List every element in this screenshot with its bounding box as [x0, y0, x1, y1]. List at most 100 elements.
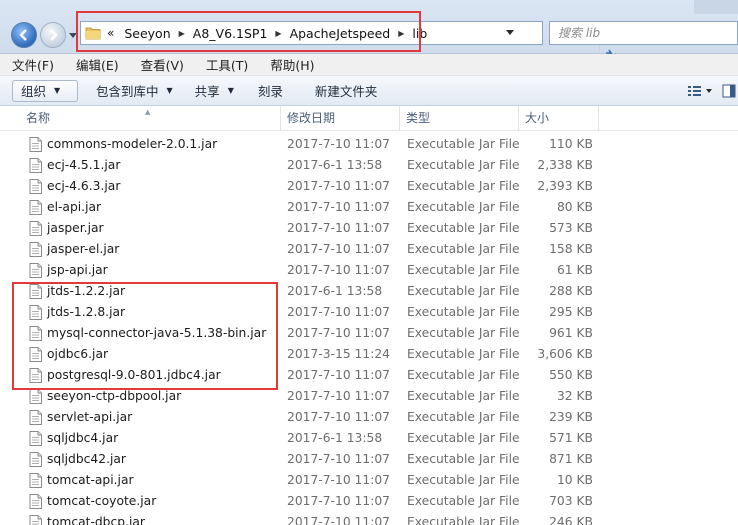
file-size: 2,393 KB — [537, 179, 593, 193]
breadcrumb-item[interactable]: ApacheJetspeed — [290, 26, 391, 41]
file-type: Executable Jar File — [407, 515, 520, 525]
file-size: 32 KB — [556, 389, 593, 403]
breadcrumb-separator-icon[interactable]: ▶ — [179, 29, 185, 38]
jar-file-icon — [29, 200, 42, 215]
file-name: jtds-1.2.2.jar — [47, 284, 126, 298]
file-row[interactable]: mysql-connector-java-5.1.38-bin.jar 2017-… — [0, 323, 738, 344]
column-size[interactable]: 大小 — [519, 106, 599, 131]
file-row[interactable]: servlet-api.jar 2017-7-10 11:07 Executable… — [0, 407, 738, 428]
file-size: 110 KB — [549, 137, 593, 151]
address-dropdown-icon[interactable] — [506, 30, 514, 36]
file-type: Executable Jar File — [407, 200, 520, 214]
column-type[interactable]: 类型 — [400, 106, 519, 131]
file-row[interactable]: jasper.jar 2017-7-10 11:07 Executable Jar … — [0, 218, 738, 239]
file-name: jsp-api.jar — [47, 263, 108, 277]
menu-help[interactable]: 帮助(H) — [270, 55, 314, 74]
search-input[interactable] — [550, 22, 737, 44]
file-size: 573 KB — [549, 221, 593, 235]
file-size: 295 KB — [549, 305, 593, 319]
new-folder-button[interactable]: 新建文件夹 — [307, 80, 386, 102]
breadcrumb-item[interactable]: Seeyon — [124, 26, 170, 41]
file-date: 2017-7-10 11:07 — [287, 263, 390, 277]
file-size: 239 KB — [549, 410, 593, 424]
organize-button[interactable]: 组织 ▼ — [12, 79, 78, 102]
file-name: ecj-4.5.1.jar — [47, 158, 121, 172]
file-name: jasper.jar — [47, 221, 104, 235]
breadcrumb-item[interactable]: A8_V6.1SP1 — [193, 26, 268, 41]
preview-pane-icon — [722, 84, 736, 98]
file-row[interactable]: ecj-4.6.3.jar 2017-7-10 11:07 Executable J… — [0, 176, 738, 197]
menu-file[interactable]: 文件(F) — [12, 55, 54, 74]
file-date: 2017-7-10 11:07 — [287, 410, 390, 424]
file-date: 2017-7-10 11:07 — [287, 389, 390, 403]
file-name: jtds-1.2.8.jar — [47, 305, 126, 319]
file-size: 158 KB — [549, 242, 593, 256]
back-button[interactable] — [11, 22, 37, 48]
menu-tools[interactable]: 工具(T) — [206, 55, 248, 74]
jar-file-icon — [29, 347, 42, 362]
breadcrumb-item[interactable]: lib — [412, 26, 427, 41]
file-size: 3,606 KB — [537, 347, 593, 361]
jar-file-icon — [29, 410, 42, 425]
share-button[interactable]: 共享 ▼ — [187, 80, 242, 102]
jar-file-icon — [29, 242, 42, 257]
jar-file-icon — [29, 158, 42, 173]
menu-edit[interactable]: 编辑(E) — [76, 55, 119, 74]
file-date: 2017-7-10 11:07 — [287, 137, 390, 151]
breadcrumb-separator-icon[interactable]: ▶ — [275, 29, 281, 38]
file-row[interactable]: sqljdbc4.jar 2017-6-1 13:58 Executable Jar… — [0, 428, 738, 449]
include-in-library-button[interactable]: 包含到库中 ▼ — [88, 80, 181, 102]
file-row[interactable]: commons-modeler-2.0.1.jar 2017-7-10 11:07… — [0, 134, 738, 155]
file-row[interactable]: tomcat-coyote.jar 2017-7-10 11:07 Executab… — [0, 491, 738, 512]
file-type: Executable Jar File — [407, 368, 520, 382]
file-row[interactable]: postgresql-9.0-801.jdbc4.jar 2017-7-10 11… — [0, 365, 738, 386]
file-size: 550 KB — [549, 368, 593, 382]
file-name: el-api.jar — [47, 200, 102, 214]
change-view-button[interactable] — [680, 80, 720, 102]
file-type: Executable Jar File — [407, 347, 520, 361]
file-list: commons-modeler-2.0.1.jar 2017-7-10 11:07… — [0, 134, 738, 525]
file-type: Executable Jar File — [407, 389, 520, 403]
file-row[interactable]: tomcat-dbcp.jar 2017-7-10 11:07 Executable… — [0, 512, 738, 525]
file-type: Executable Jar File — [407, 179, 520, 193]
file-row[interactable]: ecj-4.5.1.jar 2017-6-1 13:58 Executable Ja… — [0, 155, 738, 176]
menu-view[interactable]: 查看(V) — [141, 55, 184, 74]
file-size: 961 KB — [549, 326, 593, 340]
file-row[interactable]: jsp-api.jar 2017-7-10 11:07 Executable Jar… — [0, 260, 738, 281]
preview-pane-button[interactable] — [720, 80, 738, 102]
file-type: Executable Jar File — [407, 137, 520, 151]
file-size: 61 KB — [556, 263, 593, 277]
file-row[interactable]: ojdbc6.jar 2017-3-15 11:24 Executable Jar … — [0, 344, 738, 365]
jar-file-icon — [29, 263, 42, 278]
jar-file-icon — [29, 284, 42, 299]
file-row[interactable]: jtds-1.2.8.jar 2017-7-10 11:07 Executable … — [0, 302, 738, 323]
breadcrumb-separator-icon[interactable]: ▶ — [398, 29, 404, 38]
file-row[interactable]: seeyon-ctp-dbpool.jar 2017-7-10 11:07 Exec… — [0, 386, 738, 407]
column-name[interactable]: 名称 — [20, 106, 281, 131]
search-box[interactable] — [549, 21, 738, 45]
file-row[interactable]: jtds-1.2.2.jar 2017-6-1 13:58 Executable J… — [0, 281, 738, 302]
breadcrumb-overflow[interactable]: « — [107, 26, 114, 40]
address-field[interactable]: « Seeyon ▶ A8_V6.1SP1 ▶ ApacheJetspeed ▶… — [80, 21, 618, 66]
jar-file-icon — [29, 326, 42, 341]
recent-pages-dropdown[interactable] — [69, 33, 77, 39]
file-row[interactable]: jasper-el.jar 2017-7-10 11:07 Executable J… — [0, 239, 738, 260]
share-label: 共享 — [194, 84, 220, 99]
forward-button[interactable] — [40, 22, 66, 48]
file-date: 2017-3-15 11:24 — [287, 347, 390, 361]
file-row[interactable]: el-api.jar 2017-7-10 11:07 Executable Jar … — [0, 197, 738, 218]
organize-label: 组织 — [21, 84, 47, 99]
file-row[interactable]: sqljdbc42.jar 2017-7-10 11:07 Executable J… — [0, 449, 738, 470]
file-date: 2017-7-10 11:07 — [287, 305, 390, 319]
column-date-modified[interactable]: 修改日期 — [281, 106, 400, 131]
file-type: Executable Jar File — [407, 284, 520, 298]
file-type: Executable Jar File — [407, 494, 520, 508]
burn-button[interactable]: 刻录 — [250, 80, 291, 102]
file-name: tomcat-dbcp.jar — [47, 515, 145, 525]
file-type: Executable Jar File — [407, 242, 520, 256]
jar-file-icon — [29, 179, 42, 194]
file-date: 2017-7-10 11:07 — [287, 368, 390, 382]
file-row[interactable]: tomcat-api.jar 2017-7-10 11:07 Executable … — [0, 470, 738, 491]
file-size: 871 KB — [549, 452, 593, 466]
jar-file-icon — [29, 137, 42, 152]
